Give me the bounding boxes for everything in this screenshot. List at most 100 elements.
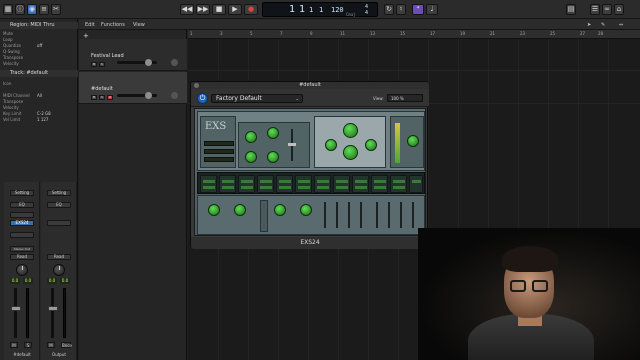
- mod-slot[interactable]: [352, 175, 369, 193]
- solo-button[interactable]: S: [99, 95, 105, 100]
- midi-fx-slot[interactable]: [10, 212, 34, 218]
- env1-sustain-slider[interactable]: [348, 202, 350, 228]
- env1-attack-slider[interactable]: [324, 202, 326, 228]
- zoom-icon[interactable]: ⇔: [619, 22, 623, 28]
- track-row-vel-limit[interactable]: Vel Limit 1 127: [3, 117, 75, 122]
- track-header[interactable]: Track: #default: [0, 70, 78, 77]
- track-volume-slider[interactable]: [117, 92, 157, 99]
- env2-decay-slider[interactable]: [388, 202, 390, 228]
- pitch-slider[interactable]: [288, 143, 296, 146]
- eq-slot[interactable]: EQ: [47, 202, 71, 208]
- record-enable-button[interactable]: R: [107, 95, 113, 100]
- cutoff-knob[interactable]: [343, 123, 358, 138]
- drive-knob[interactable]: [343, 145, 358, 160]
- env2-release-slider[interactable]: [412, 202, 414, 228]
- automation-read-button[interactable]: Read: [47, 254, 71, 260]
- output-slot[interactable]: Stereo Out: [10, 246, 34, 252]
- key-scale-knob[interactable]: [365, 139, 377, 151]
- instrument-slot[interactable]: EXS24: [10, 220, 34, 226]
- mod-slot[interactable]: [295, 175, 312, 193]
- bounce-button[interactable]: Bnce: [61, 342, 72, 348]
- mod-slot[interactable]: [219, 175, 236, 193]
- preset-menu[interactable]: Factory Default ⌄: [211, 94, 303, 103]
- region-row-velocity[interactable]: Velocity: [3, 61, 75, 66]
- setting-slot[interactable]: Setting: [10, 190, 34, 196]
- pencil-tool-icon[interactable]: ✎: [601, 22, 605, 28]
- edit-menu[interactable]: Edit: [85, 22, 95, 28]
- track-lane[interactable]: [188, 39, 640, 71]
- record-button[interactable]: ●: [244, 4, 258, 15]
- region-header[interactable]: Region: MIDI Thru: [0, 22, 78, 29]
- solo-button[interactable]: S: [24, 342, 32, 348]
- track-volume-slider[interactable]: [117, 59, 157, 66]
- pan-knob[interactable]: [171, 92, 178, 99]
- mute-button[interactable]: M: [10, 342, 18, 348]
- mute-button[interactable]: M: [47, 342, 55, 348]
- rewind-button[interactable]: ◀◀: [180, 4, 194, 15]
- mod-slot[interactable]: [276, 175, 293, 193]
- pan-knob[interactable]: [171, 59, 178, 66]
- smart-controls-button[interactable]: ◉: [27, 4, 37, 15]
- volume-fader-track[interactable]: [14, 288, 17, 338]
- mod-slot[interactable]: [238, 175, 255, 193]
- lfo3-rate-knob[interactable]: [300, 204, 312, 216]
- region-row-mute[interactable]: Mute: [3, 31, 75, 36]
- ruler[interactable]: 1 3 5 7 9 11 13 15 17 19 21 23 25 27 28: [188, 30, 640, 39]
- library-button[interactable]: ▦: [3, 4, 13, 15]
- instrument-slot[interactable]: [47, 220, 71, 226]
- play-button[interactable]: ▶: [228, 4, 242, 15]
- forward-button[interactable]: ▶▶: [196, 4, 210, 15]
- region-row-quantize[interactable]: Quantize off: [3, 43, 75, 48]
- volume-fader[interactable]: [11, 306, 21, 311]
- mixer-button[interactable]: ≡: [39, 4, 49, 15]
- track-row[interactable]: #default M S R: [79, 72, 187, 104]
- lcd-display[interactable]: 1 1 1 1 120 Cmaj 4 4: [262, 2, 378, 17]
- glide-knob[interactable]: [245, 151, 257, 163]
- track-row-transpose[interactable]: Transpose: [3, 99, 75, 104]
- tune-knob[interactable]: [245, 131, 257, 143]
- automation-read-button[interactable]: Read: [10, 254, 34, 260]
- mute-button[interactable]: M: [91, 62, 97, 67]
- audio-fx-slot[interactable]: [10, 232, 34, 238]
- close-window-button[interactable]: [194, 83, 199, 88]
- editors-button[interactable]: ✂: [51, 4, 61, 15]
- metronome-button[interactable]: ♩: [426, 4, 438, 15]
- setting-slot[interactable]: Setting: [47, 190, 71, 196]
- pan-knob[interactable]: [53, 264, 65, 276]
- env2-sustain-slider[interactable]: [400, 202, 402, 228]
- mod-slot[interactable]: [409, 175, 423, 193]
- options-display[interactable]: [204, 149, 234, 154]
- count-in-button[interactable]: ⁴: [412, 4, 424, 15]
- region-row-loop[interactable]: Loop: [3, 37, 75, 42]
- plugin-window-title[interactable]: #default: [191, 82, 429, 89]
- lfo-wave-selector[interactable]: [260, 200, 268, 232]
- power-button[interactable]: ⏻: [197, 93, 208, 104]
- mod-slot[interactable]: [333, 175, 350, 193]
- view-zoom-menu[interactable]: 100 %: [387, 94, 423, 102]
- track-row-midi-channel[interactable]: MIDI Channel All: [3, 93, 75, 98]
- mod-slot[interactable]: [390, 175, 407, 193]
- env1-decay-slider[interactable]: [336, 202, 338, 228]
- solo-button[interactable]: S: [99, 62, 105, 67]
- resonance-knob[interactable]: [325, 139, 337, 151]
- mod-slot[interactable]: [200, 175, 217, 193]
- browser-button[interactable]: ⌂: [614, 4, 624, 15]
- instrument-display[interactable]: [204, 141, 234, 146]
- mod-slot[interactable]: [371, 175, 388, 193]
- track-row-key-limit[interactable]: Key Limit C-2 G8: [3, 111, 75, 116]
- region-row-transpose[interactable]: Transpose: [3, 55, 75, 60]
- functions-menu[interactable]: Functions: [101, 22, 125, 28]
- eq-slot[interactable]: EQ: [10, 202, 34, 208]
- loop-browser-button[interactable]: ∞: [602, 4, 612, 15]
- list-editors-button[interactable]: ☰: [590, 4, 600, 15]
- region-row-qswing[interactable]: Q-Swing: [3, 49, 75, 54]
- mod-slot[interactable]: [257, 175, 274, 193]
- edit-display[interactable]: [204, 157, 234, 162]
- lfo1-fade-knob[interactable]: [234, 204, 246, 216]
- volume-fader[interactable]: [48, 306, 58, 311]
- track-row-velocity[interactable]: Velocity: [3, 105, 75, 110]
- notepad-button[interactable]: ▤: [566, 4, 576, 15]
- tuner-button[interactable]: ♮: [396, 4, 406, 15]
- inspector-button[interactable]: ⓘ: [15, 4, 25, 15]
- lfo2-rate-knob[interactable]: [274, 204, 286, 216]
